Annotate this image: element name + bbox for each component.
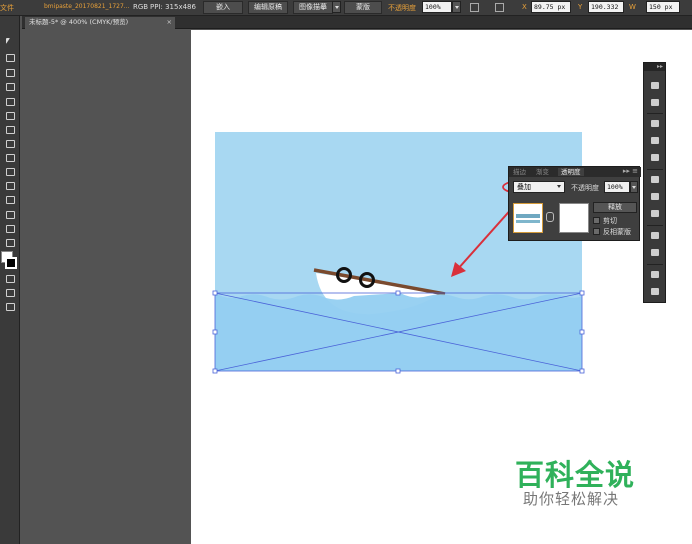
mask-thumbnail[interactable] — [559, 203, 589, 233]
panel-collapse-icon[interactable]: ▸▸ — [644, 63, 665, 71]
tab-transparency[interactable]: 透明度 — [558, 168, 584, 176]
transparency-panel-icon[interactable] — [650, 209, 661, 219]
symbols-icon[interactable] — [650, 153, 661, 163]
tab-stroke[interactable]: 描边 — [513, 168, 526, 176]
color-guide-icon[interactable] — [650, 98, 661, 108]
divider — [647, 264, 663, 265]
artboards-icon[interactable] — [650, 287, 661, 297]
brushes-icon[interactable] — [650, 136, 661, 146]
artwork-thumbnail[interactable] — [513, 203, 543, 233]
invert-mask-label: 反相蒙版 — [603, 228, 631, 236]
panel-icon-strip: ▸▸ — [643, 62, 666, 303]
panel-menu-icon[interactable]: ▸▸ ≡ — [623, 167, 638, 175]
blend-mode-value: 叠加 — [517, 183, 531, 191]
transparency-panel-header: 描边 渐变 透明度 ▸▸ ≡ — [509, 167, 641, 177]
gradient-panel-icon[interactable] — [650, 192, 661, 202]
clip-checkbox[interactable] — [593, 217, 600, 224]
link-icon[interactable] — [546, 212, 554, 222]
transparency-panel: 描边 渐变 透明度 ▸▸ ≡ 叠加 不透明度 100% 释放 剪切 反相蒙版 — [508, 166, 641, 241]
appearance-icon[interactable] — [650, 231, 661, 241]
thumbnail-stripe — [516, 214, 540, 218]
stroke-panel-icon[interactable] — [650, 175, 661, 185]
thumbnail-stripe — [516, 220, 540, 223]
clip-label: 剪切 — [603, 217, 617, 225]
layers-icon[interactable] — [650, 270, 661, 280]
release-button[interactable]: 释放 — [593, 202, 637, 213]
panel-opacity-dropdown[interactable] — [630, 181, 638, 193]
chevron-down-icon — [557, 185, 561, 188]
divider — [647, 113, 663, 114]
watermark-subtitle: 助你轻松解决 — [523, 490, 620, 508]
invert-mask-checkbox[interactable] — [593, 228, 600, 235]
panel-opacity-label: 不透明度 — [571, 184, 599, 192]
swatches-icon[interactable] — [650, 119, 661, 129]
blend-mode-select[interactable]: 叠加 — [513, 181, 565, 193]
tab-gradient[interactable]: 渐变 — [536, 168, 549, 176]
divider — [647, 169, 663, 170]
divider — [647, 225, 663, 226]
color-panel-icon[interactable] — [650, 81, 661, 91]
panel-opacity-field[interactable]: 100% — [604, 181, 630, 193]
graphic-styles-icon[interactable] — [650, 248, 661, 258]
